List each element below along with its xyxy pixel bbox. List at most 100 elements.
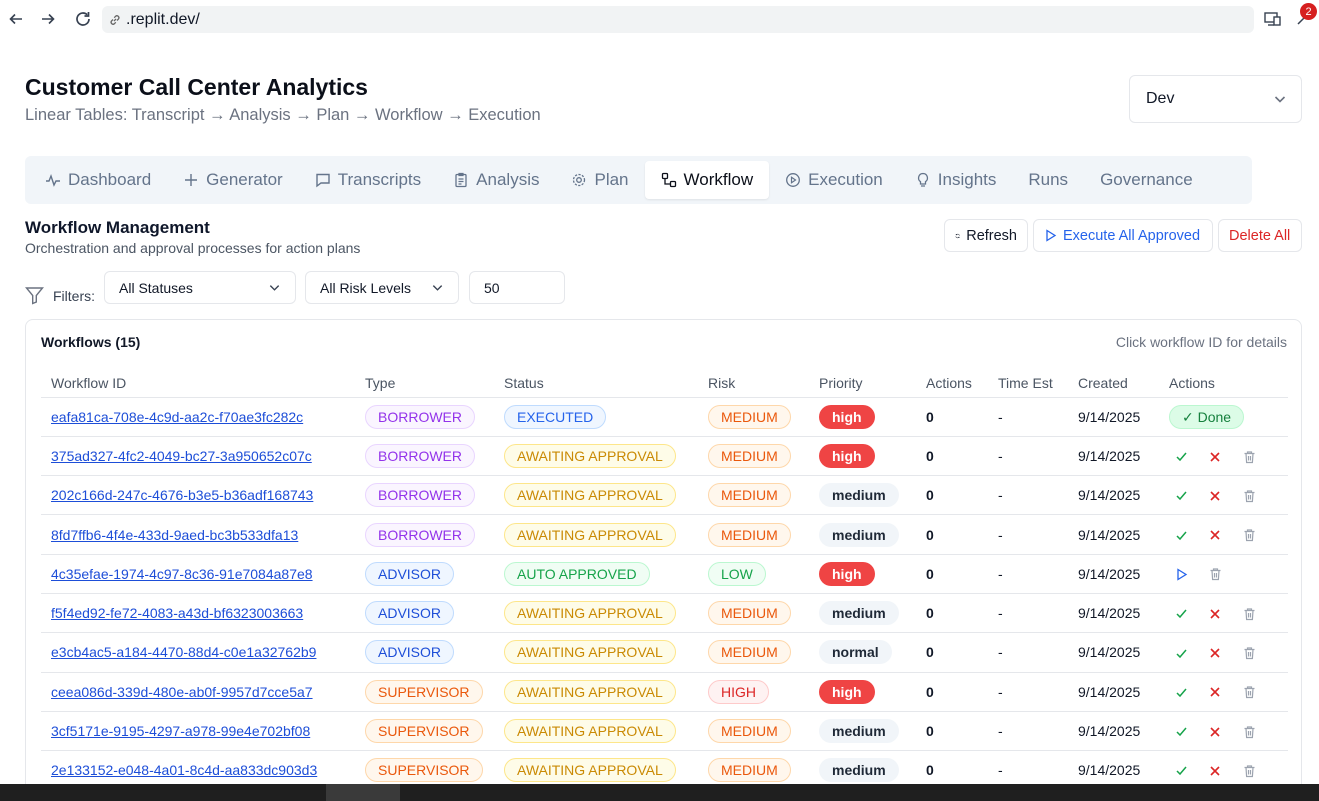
workflow-id-link[interactable]: 4c35efae-1974-4c97-8c36-91e7084a87e8 xyxy=(51,566,313,582)
cell-time-est: - xyxy=(988,514,1068,555)
col-actions-count[interactable]: Actions xyxy=(916,370,988,398)
approve-button[interactable] xyxy=(1173,724,1189,740)
approve-button[interactable] xyxy=(1173,763,1189,779)
forward-arrow-icon[interactable] xyxy=(37,8,59,30)
approve-button[interactable] xyxy=(1173,645,1189,661)
cell-priority: medium xyxy=(809,475,916,516)
devices-icon[interactable] xyxy=(1262,8,1284,30)
limit-input[interactable] xyxy=(469,271,565,304)
risk-filter-select[interactable]: All Risk Levels xyxy=(305,271,459,304)
workflow-id-link[interactable]: ceea086d-339d-480e-ab0f-9957d7cce5a7 xyxy=(51,684,313,700)
cell-workflow-id: 202c166d-247c-4676-b3e5-b36adf168743 xyxy=(41,475,355,516)
cell-priority: high xyxy=(809,554,916,594)
col-workflow-id[interactable]: Workflow ID xyxy=(41,370,355,398)
delete-workflow-button[interactable] xyxy=(1241,527,1257,543)
priority-badge: high xyxy=(819,443,875,468)
back-arrow-icon[interactable] xyxy=(5,8,27,30)
table-header-row: Workflow ID Type Status Risk Priority Ac… xyxy=(41,370,1288,398)
execute-all-approved-button[interactable]: Execute All Approved xyxy=(1033,219,1213,252)
workflow-id-link[interactable]: e3cb4ac5-a184-4470-88d4-c0e1a32762b9 xyxy=(51,644,316,660)
status-filter-value: All Statuses xyxy=(119,279,193,296)
workflow-id-link[interactable]: eafa81ca-708e-4c9d-aa2c-f70ae3fc282c xyxy=(51,409,303,425)
cell-actions-count: 0 xyxy=(916,436,988,477)
approve-button[interactable] xyxy=(1173,606,1189,622)
os-taskbar xyxy=(0,784,1319,801)
reject-button[interactable] xyxy=(1207,645,1223,661)
col-risk[interactable]: Risk xyxy=(698,370,809,398)
col-type[interactable]: Type xyxy=(355,370,494,398)
refresh-button[interactable]: Refresh xyxy=(944,219,1028,252)
status-badge: AWAITING APPROVAL xyxy=(504,679,676,704)
tab-dashboard[interactable]: Dashboard xyxy=(29,161,167,199)
tab-execution[interactable]: Execution xyxy=(769,161,899,199)
cell-row-actions xyxy=(1159,475,1288,516)
approve-button[interactable] xyxy=(1173,684,1189,700)
risk-badge: MEDIUM xyxy=(708,719,791,744)
reload-icon[interactable] xyxy=(72,8,94,30)
environment-select[interactable]: Dev xyxy=(1129,75,1302,123)
workflows-hint: Click workflow ID for details xyxy=(1115,334,1287,350)
reject-button[interactable] xyxy=(1207,488,1223,504)
reject-button[interactable] xyxy=(1207,527,1223,543)
risk-badge: MEDIUM xyxy=(708,601,791,626)
delete-workflow-button[interactable] xyxy=(1241,684,1257,700)
reject-button[interactable] xyxy=(1207,684,1223,700)
plus-icon xyxy=(185,174,198,186)
delete-workflow-button[interactable] xyxy=(1241,488,1257,504)
approve-button[interactable] xyxy=(1173,527,1189,543)
main-tabs: Dashboard Generator Transcripts Analysis… xyxy=(25,156,1252,204)
tab-governance[interactable]: Governance xyxy=(1084,161,1209,199)
cell-created: 9/14/2025 xyxy=(1068,397,1159,437)
cell-actions-count: 0 xyxy=(916,554,988,594)
tab-transcripts[interactable]: Transcripts xyxy=(299,161,437,199)
status-filter-select[interactable]: All Statuses xyxy=(104,271,296,304)
col-time-est[interactable]: Time Est xyxy=(988,370,1068,398)
execute-button[interactable] xyxy=(1173,566,1189,582)
delete-workflow-button[interactable] xyxy=(1207,566,1223,582)
delete-workflow-button[interactable] xyxy=(1241,724,1257,740)
workflow-id-link[interactable]: 375ad327-4fc2-4049-bc27-3a950652c07c xyxy=(51,448,312,464)
reject-button[interactable] xyxy=(1207,763,1223,779)
tab-runs[interactable]: Runs xyxy=(1012,161,1084,199)
priority-badge: high xyxy=(819,679,875,704)
delete-workflow-button[interactable] xyxy=(1241,763,1257,779)
reject-button[interactable] xyxy=(1207,449,1223,465)
priority-badge: medium xyxy=(819,719,899,744)
tab-generator[interactable]: Generator xyxy=(167,161,299,199)
tab-insights[interactable]: Insights xyxy=(899,161,1013,199)
col-priority[interactable]: Priority xyxy=(809,370,916,398)
workflow-id-link[interactable]: 202c166d-247c-4676-b3e5-b36adf168743 xyxy=(51,487,313,503)
workflow-id-link[interactable]: 8fd7ffb6-4f4e-433d-9aed-bc3b533dfa13 xyxy=(51,527,298,543)
col-status[interactable]: Status xyxy=(494,370,698,398)
cell-workflow-id: f5f4ed92-fe72-4083-a43d-bf6323003663 xyxy=(41,593,355,634)
cell-row-actions xyxy=(1159,514,1288,555)
tab-plan[interactable]: Plan xyxy=(555,161,644,199)
tab-workflow[interactable]: Workflow xyxy=(644,161,770,199)
cell-status: AWAITING APPROVAL xyxy=(494,436,698,477)
status-badge: AWAITING APPROVAL xyxy=(504,758,676,783)
cell-type: ADVISOR xyxy=(355,593,494,634)
cell-risk: MEDIUM xyxy=(698,514,809,555)
delete-workflow-button[interactable] xyxy=(1241,449,1257,465)
reject-button[interactable] xyxy=(1207,724,1223,740)
col-created[interactable]: Created xyxy=(1068,370,1159,398)
taskbar-active-app[interactable] xyxy=(326,784,400,801)
delete-workflow-button[interactable] xyxy=(1241,645,1257,661)
workflow-id-link[interactable]: 3cf5171e-9195-4297-a978-99e4e702bf08 xyxy=(51,723,310,739)
cell-row-actions xyxy=(1159,554,1288,594)
delete-workflow-button[interactable] xyxy=(1241,606,1257,622)
workflow-id-link[interactable]: 2e133152-e048-4a01-8c4d-aa833dc903d3 xyxy=(51,762,317,778)
cell-type: BORROWER xyxy=(355,514,494,555)
table-row: 3cf5171e-9195-4297-a978-99e4e702bf08 SUPE… xyxy=(41,711,1288,752)
browser-toolbar: .replit.dev/ 2 xyxy=(0,0,1319,40)
address-bar[interactable]: .replit.dev/ xyxy=(102,6,1254,33)
reject-button[interactable] xyxy=(1207,606,1223,622)
approve-button[interactable] xyxy=(1173,449,1189,465)
workflow-id-link[interactable]: f5f4ed92-fe72-4083-a43d-bf6323003663 xyxy=(51,605,303,621)
cell-actions-count: 0 xyxy=(916,397,988,437)
execute-all-label: Execute All Approved xyxy=(1063,227,1201,244)
approve-button[interactable] xyxy=(1173,488,1189,504)
tab-analysis[interactable]: Analysis xyxy=(437,161,555,199)
cell-time-est: - xyxy=(988,672,1068,712)
delete-all-button[interactable]: Delete All xyxy=(1218,219,1302,252)
